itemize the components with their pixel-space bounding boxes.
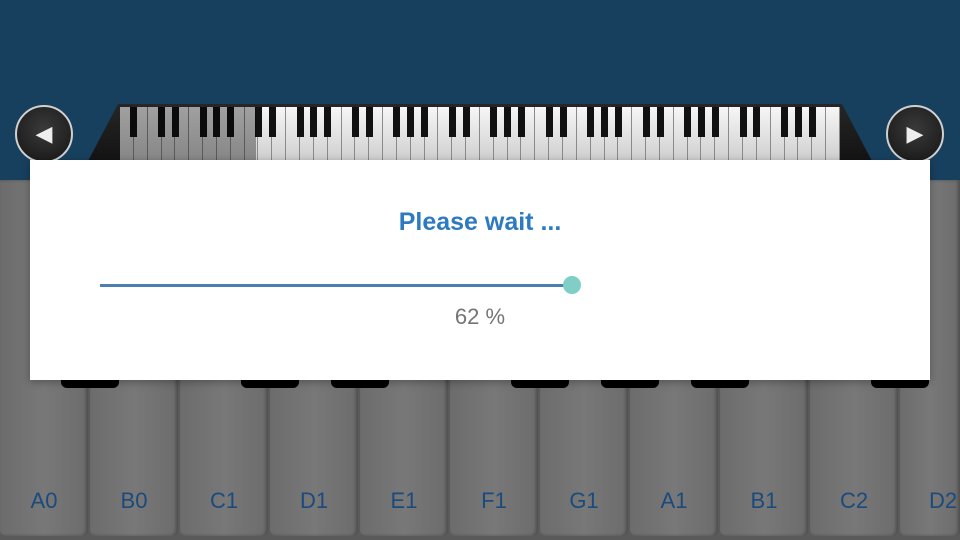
dialog-title: Please wait ...: [398, 208, 562, 236]
mini-black-key: [407, 107, 415, 137]
loading-dialog: Please wait ... 62 %: [30, 160, 930, 380]
key-label: C2: [839, 488, 869, 513]
mini-black-key: [462, 107, 470, 137]
arrow-right-icon: ▶: [906, 121, 924, 146]
mini-white-key: [826, 107, 840, 161]
mini-black-key: [711, 107, 719, 137]
mini-black-key: [518, 107, 526, 137]
mini-black-key: [365, 107, 373, 137]
mini-black-key: [698, 107, 706, 137]
mini-black-key: [684, 107, 692, 137]
mini-black-key: [393, 107, 401, 137]
mini-black-key: [739, 107, 747, 137]
key-label: A0: [30, 488, 58, 513]
scroll-right-button[interactable]: ▶: [886, 105, 944, 163]
key-label: E1: [390, 488, 418, 513]
key-label: C1: [209, 488, 239, 513]
mini-black-key: [794, 107, 802, 137]
mini-black-key: [310, 107, 318, 137]
progress-track: [100, 284, 573, 287]
key-label: F1: [481, 488, 507, 513]
mini-black-key: [504, 107, 512, 137]
mini-black-key: [448, 107, 456, 137]
key-label: B1: [750, 488, 778, 513]
mini-black-key: [614, 107, 622, 137]
mini-black-key: [601, 107, 609, 137]
key-label: A1: [660, 488, 688, 513]
key-label: B0: [120, 488, 148, 513]
mini-black-key: [254, 107, 262, 137]
mini-black-key: [587, 107, 595, 137]
key-label: D2: [928, 488, 958, 513]
mini-black-key: [753, 107, 761, 137]
mini-black-key: [421, 107, 429, 137]
mini-black-key: [351, 107, 359, 137]
progress-thumb: [563, 276, 582, 294]
mini-black-key: [656, 107, 664, 137]
mini-black-key: [324, 107, 332, 137]
mini-black-key: [268, 107, 276, 137]
mini-black-key: [545, 107, 553, 137]
progress-percent: 62 %: [454, 304, 506, 329]
mini-black-key: [490, 107, 498, 137]
overview-viewport-indicator[interactable]: [120, 107, 256, 161]
key-label: G1: [569, 488, 599, 513]
key-label: D1: [299, 488, 329, 513]
arrow-left-icon: ◀: [35, 121, 53, 146]
mini-black-key: [808, 107, 816, 137]
mini-black-key: [781, 107, 789, 137]
scroll-left-button[interactable]: ◀: [15, 105, 73, 163]
mini-black-key: [559, 107, 567, 137]
mini-black-key: [296, 107, 304, 137]
mini-black-key: [642, 107, 650, 137]
